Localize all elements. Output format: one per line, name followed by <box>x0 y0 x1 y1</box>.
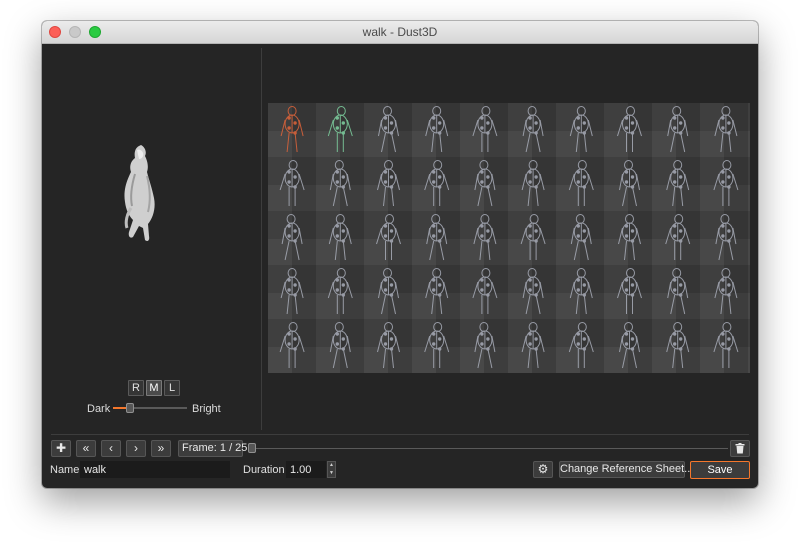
stepper-down-icon[interactable]: ▼ <box>328 470 335 477</box>
duration-label: Duration <box>243 464 285 476</box>
timeline-track <box>248 448 728 449</box>
animation-frame[interactable] <box>424 322 450 369</box>
animation-frame[interactable] <box>329 322 351 369</box>
animation-frame[interactable] <box>714 106 738 153</box>
animation-frame[interactable] <box>327 268 353 315</box>
change-reference-sheet-button[interactable]: Change Reference Sheet... <box>559 461 693 478</box>
animation-frame[interactable] <box>570 214 592 261</box>
animation-frame[interactable] <box>376 214 401 261</box>
animation-frame[interactable] <box>568 160 594 207</box>
title-bar: walk - Dust3D <box>42 21 758 44</box>
delete-frame-button[interactable] <box>730 440 750 457</box>
animation-frame[interactable] <box>472 106 498 153</box>
plus-icon: ✚ <box>55 441 67 455</box>
add-frame-button[interactable]: ✚ <box>51 440 71 457</box>
animation-frame[interactable] <box>521 322 545 369</box>
animation-frame[interactable] <box>569 268 593 315</box>
dark-label: Dark <box>87 403 111 415</box>
animation-frame[interactable] <box>619 160 640 207</box>
animation-frame[interactable] <box>472 268 498 315</box>
name-input[interactable] <box>80 461 230 478</box>
animation-frame[interactable] <box>378 106 399 153</box>
panel-divider[interactable] <box>261 48 262 430</box>
chevron-right-icon: › <box>134 441 138 455</box>
horizontal-divider <box>51 434 749 435</box>
animation-frame[interactable] <box>522 106 544 153</box>
light-l-button[interactable]: L <box>164 380 180 396</box>
duration-stepper[interactable]: ▲ ▼ <box>327 461 336 478</box>
stepper-up-icon[interactable]: ▲ <box>328 462 335 469</box>
animation-frame[interactable] <box>424 160 450 207</box>
animation-frame[interactable] <box>473 214 497 261</box>
animation-frame[interactable] <box>329 160 351 207</box>
timeline-handle[interactable] <box>248 443 256 453</box>
animation-frame[interactable] <box>667 106 689 153</box>
frame-timeline-slider[interactable] <box>248 440 728 457</box>
animation-frame[interactable] <box>425 106 449 153</box>
animation-frame[interactable] <box>280 268 304 315</box>
double-chevron-right-icon: » <box>157 441 165 455</box>
animation-frame[interactable] <box>667 268 689 315</box>
animation-frame[interactable] <box>618 214 641 261</box>
reference-sheet-frames <box>279 106 739 369</box>
animation-frame[interactable] <box>377 160 400 207</box>
animation-frame[interactable] <box>377 322 400 369</box>
double-chevron-left-icon: « <box>82 441 90 455</box>
animation-frame[interactable] <box>665 214 691 261</box>
last-frame-button[interactable]: » <box>151 440 171 457</box>
brightness-slider[interactable] <box>113 402 187 414</box>
animation-frame[interactable] <box>328 214 352 261</box>
animation-frame[interactable] <box>279 322 305 369</box>
animation-frame[interactable] <box>617 106 642 153</box>
gear-icon: ⚙ <box>537 462 549 476</box>
animation-frame[interactable] <box>281 214 303 261</box>
settings-button[interactable]: ⚙ <box>533 461 553 478</box>
animation-frame[interactable] <box>378 268 399 315</box>
animation-frame[interactable] <box>568 322 594 369</box>
animation-frame[interactable] <box>522 268 544 315</box>
previous-frame-button[interactable]: ‹ <box>101 440 121 457</box>
animation-frame[interactable] <box>714 268 738 315</box>
brightness-slider-handle[interactable] <box>126 403 134 413</box>
trash-icon <box>735 443 745 454</box>
rendered-model <box>124 145 155 241</box>
chevron-left-icon: ‹ <box>109 441 113 455</box>
animation-frame[interactable] <box>569 106 593 153</box>
window-title: walk - Dust3D <box>362 25 438 39</box>
animation-frame[interactable] <box>280 106 304 153</box>
model-preview[interactable] <box>42 44 261 430</box>
save-button[interactable]: Save <box>690 461 750 479</box>
light-r-button[interactable]: R <box>128 380 144 396</box>
animation-frame[interactable] <box>617 268 642 315</box>
reference-sheet[interactable] <box>268 103 750 373</box>
animation-frame[interactable] <box>426 214 448 261</box>
first-frame-button[interactable]: « <box>76 440 96 457</box>
next-frame-button[interactable]: › <box>126 440 146 457</box>
animation-frame[interactable] <box>713 322 739 369</box>
animation-frame[interactable] <box>520 214 546 261</box>
duration-input[interactable] <box>286 461 326 478</box>
name-label: Name <box>50 464 80 476</box>
animation-frame[interactable] <box>425 268 449 315</box>
bright-label: Bright <box>192 403 221 415</box>
animation-frame[interactable] <box>666 160 690 207</box>
animation-frame[interactable] <box>327 106 353 153</box>
animation-frame[interactable] <box>619 322 640 369</box>
animation-frame[interactable] <box>666 322 690 369</box>
animation-frame[interactable] <box>474 322 496 369</box>
frame-counter: Frame: 1 / 25 <box>178 440 247 457</box>
animation-frame[interactable] <box>279 160 305 207</box>
animation-frame[interactable] <box>715 214 737 261</box>
light-m-button[interactable]: M <box>146 380 162 396</box>
animation-frame[interactable] <box>474 160 496 207</box>
animation-frame[interactable] <box>713 160 739 207</box>
animation-frame[interactable] <box>521 160 545 207</box>
app-window: walk - Dust3D R M L Dark Bright ✚ « ‹ › … <box>42 21 758 488</box>
